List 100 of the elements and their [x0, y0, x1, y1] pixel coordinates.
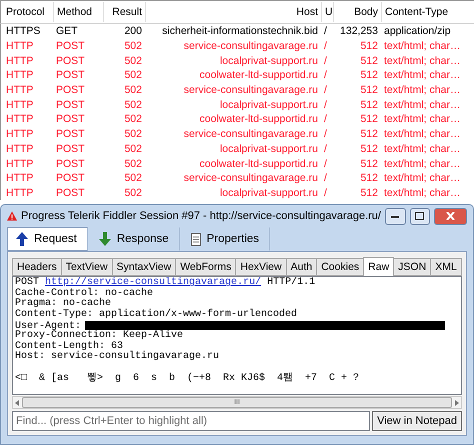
- table-cell-text: 502: [123, 186, 143, 200]
- tab[interactable]: SyntaxView: [112, 258, 176, 276]
- table-cell-text: /: [323, 186, 328, 200]
- table-cell-text: text/html; char…: [383, 142, 462, 156]
- table-cell-text: coolwater-ltd-supportid.ru: [198, 68, 319, 82]
- table-cell-text: /: [323, 98, 328, 112]
- tab[interactable]: TextView: [60, 258, 113, 276]
- table-cell-text: service-consultingavarage.ru: [182, 39, 319, 54]
- header-line: Content-Type: application/x-www-form-urlencoded: [15, 309, 298, 320]
- table-cell-text: HTTP: [5, 39, 34, 54]
- table-cell-text: 502: [123, 171, 143, 186]
- table-cell-text: 512: [359, 156, 379, 171]
- table-cell-text: text/html; char…: [383, 68, 462, 82]
- header-line: <□ & [as 쀻> g 6 s b (−+8 Rx KJ6$ 4퇨 +7 C + ?: [15, 372, 360, 384]
- window-title: Progress Telerik Fiddler Session #97 - http://service-consultingavarage.ru/: [21, 210, 381, 222]
- table-cell-text: /: [323, 171, 328, 186]
- table-cell-text: HTTP: [5, 112, 34, 126]
- table-cell-text: /: [323, 127, 328, 142]
- column-header[interactable]: Method: [53, 2, 103, 22]
- table-cell-text: service-consultingavarage.ru: [182, 83, 319, 98]
- tab[interactable]: Auth: [286, 258, 318, 276]
- table-cell-text: 512: [359, 112, 379, 126]
- table-cell-text: text/html; char…: [383, 127, 462, 142]
- tab[interactable]: JSON: [393, 258, 432, 276]
- table-cell-text: text/html; char…: [383, 186, 462, 200]
- table-cell-text: text/html; char…: [383, 54, 462, 68]
- table-cell-text: HTTP: [5, 171, 34, 186]
- column-header[interactable]: Result: [103, 2, 145, 22]
- table-cell-text: POST: [55, 83, 86, 98]
- link[interactable]: http://service-consultingavarage.ru/: [45, 277, 262, 288]
- table-cell-text: localprivat-support.ru: [218, 142, 319, 156]
- table-cell-text: 502: [123, 68, 143, 82]
- table-cell-text: text/html; char…: [383, 171, 462, 186]
- table-cell-text: text/html; char…: [383, 39, 462, 54]
- tab[interactable]: HexView: [235, 258, 287, 276]
- table-cell-text: localprivat-support.ru: [218, 54, 319, 68]
- table-cell-text: HTTP: [5, 98, 34, 112]
- http-version: HTTP/1.1: [267, 277, 316, 288]
- tab[interactable]: WebForms: [175, 258, 236, 276]
- tab[interactable]: Cookies: [316, 258, 364, 276]
- header-line: Proxy-Connection: Keep-Alive: [15, 330, 184, 342]
- table-cell-text: 512: [359, 171, 379, 186]
- table-cell-text: sicherheit-informationstechnik.bid: [161, 24, 319, 38]
- table-cell-text: text/html; char…: [383, 98, 462, 112]
- header-line: Cache-Control: no-cache: [15, 288, 154, 299]
- table-cell-text: HTTP: [5, 127, 34, 142]
- table-cell-text: 502: [123, 39, 143, 54]
- column-header[interactable]: Content-Type: [381, 2, 474, 22]
- table-cell-text: HTTP: [5, 142, 34, 156]
- table-cell-text: /: [323, 54, 328, 68]
- tab[interactable]: Request: [7, 227, 88, 252]
- find-field[interactable]: Find... (press Ctrl+Enter to highlight all): [12, 411, 370, 431]
- table-cell-text: text/html; char…: [383, 156, 462, 171]
- table-cell-text: /: [323, 39, 328, 54]
- table-cell-text: text/html; char…: [383, 112, 462, 126]
- table-cell-text: 502: [123, 112, 143, 126]
- header-line: Content-Length: 63: [15, 340, 124, 352]
- view-in-notepad-button[interactable]: View in Notepad: [372, 411, 462, 431]
- table-cell-text: POST: [55, 127, 86, 142]
- table-cell-text: /: [323, 156, 328, 171]
- table-cell-text: localprivat-support.ru: [218, 98, 319, 112]
- table-cell-text: /: [323, 68, 328, 82]
- table-cell-text: POST: [55, 54, 86, 68]
- table-cell-text: 502: [123, 142, 143, 156]
- table-cell-text: 132,253: [339, 24, 379, 38]
- table-cell-text: /: [323, 112, 328, 126]
- table-cell-text: POST: [55, 68, 86, 82]
- table-cell-text: coolwater-ltd-supportid.ru: [198, 156, 319, 171]
- table-cell-text: POST: [55, 156, 86, 171]
- tab[interactable]: Raw: [363, 257, 394, 276]
- table-cell-text: service-consultingavarage.ru: [182, 171, 319, 186]
- column-header[interactable]: Protocol: [3, 2, 53, 22]
- table-cell-text: 512: [359, 127, 379, 142]
- header-line: Host: service-consultingavarage.ru: [15, 351, 220, 362]
- table-cell-text: /: [323, 24, 328, 38]
- tab[interactable]: XML: [430, 258, 462, 276]
- column-header[interactable]: U: [321, 2, 333, 22]
- table-cell-text: HTTPS: [5, 24, 42, 38]
- header-line: User-Agent:: [15, 320, 82, 332]
- table-cell-text: 502: [123, 127, 143, 142]
- table-cell-text: GET: [55, 24, 79, 38]
- table-cell-text: 502: [123, 156, 143, 171]
- header-line: Pragma: no-cache: [15, 298, 112, 310]
- table-cell-text: localprivat-support.ru: [218, 186, 319, 200]
- table-cell-text: HTTP: [5, 156, 34, 171]
- table-cell-text: 502: [123, 98, 143, 112]
- table-cell-text: 200: [123, 24, 143, 38]
- table-cell-text: HTTP: [5, 68, 34, 82]
- table-cell-text: 512: [359, 142, 379, 156]
- column-header[interactable]: Body: [333, 2, 381, 22]
- table-cell-text: 512: [359, 186, 379, 200]
- column-header[interactable]: Host: [145, 2, 321, 22]
- table-cell-text: service-consultingavarage.ru: [182, 127, 319, 142]
- table-cell-text: application/zip: [383, 24, 452, 38]
- table-cell-text: POST: [55, 98, 86, 112]
- table-cell-text: HTTP: [5, 186, 34, 200]
- table-cell-text: POST: [55, 39, 86, 54]
- tab[interactable]: Headers: [12, 258, 62, 276]
- table-cell-text: 512: [359, 54, 379, 68]
- table-cell-text: POST: [55, 171, 86, 186]
